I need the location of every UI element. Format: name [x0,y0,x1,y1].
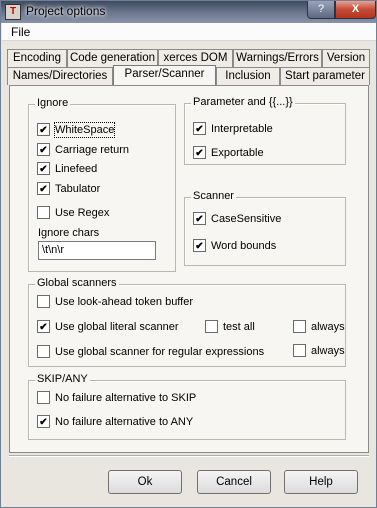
linefeed-check[interactable] [37,162,50,175]
case-sensitive-label: CaseSensitive [211,213,282,225]
any-failure-label: No failure alternative to ANY [55,416,194,428]
skip-any-legend: SKIP/ANY [35,373,90,385]
whitespace-check[interactable] [37,123,50,136]
tab-inclusion[interactable]: Inclusion [216,67,280,85]
global-regex-check[interactable] [37,345,50,358]
look-ahead-check[interactable] [37,295,50,308]
menu-file[interactable]: File [11,25,30,39]
ignore-chars-label: Ignore chars [38,227,100,239]
parser-scanner-page: Ignore WhiteSpace Carriage return Linefe… [9,85,369,453]
ignore-chars-input[interactable]: \t\n\r [38,241,156,260]
global-literal-label: Use global literal scanner [55,321,179,333]
bottom-separator [9,455,369,457]
tab-version[interactable]: Version [322,49,370,67]
global-regex-label: Use global scanner for regular expressio… [55,346,265,358]
close-button[interactable]: X [335,1,376,19]
always-regex-check[interactable] [293,344,306,357]
look-ahead-label: Use look-ahead token buffer [55,296,193,308]
skip-any-group: SKIP/ANY No failure alternative to SKIP … [28,373,346,440]
tab-start-parameter[interactable]: Start parameter [280,67,370,85]
carriage-return-label: Carriage return [55,144,129,156]
project-options-window: T Project options ? X File Encoding Code… [0,0,377,508]
ignore-group: Ignore WhiteSpace Carriage return Linefe… [28,97,176,272]
tab-warnings-errors[interactable]: Warnings/Errors [233,49,322,67]
use-regex-label: Use Regex [55,207,110,219]
word-bounds-label: Word bounds [211,240,277,252]
tab-names-directories[interactable]: Names/Directories [7,67,113,85]
whitespace-label: WhiteSpace [53,122,116,138]
ignore-legend: Ignore [35,97,71,109]
exportable-check[interactable] [193,146,206,159]
tabulator-label: Tabulator [55,183,101,195]
app-icon: T [5,4,21,20]
carriage-return-check[interactable] [37,143,50,156]
tabulator-check[interactable] [37,182,50,195]
scanner-group: Scanner CaseSensitive Word bounds [184,190,346,266]
interpretable-check[interactable] [193,122,206,135]
use-regex-check[interactable] [37,206,50,219]
linefeed-label: Linefeed [55,163,98,175]
parameter-legend: Parameter and {{...}} [191,96,295,108]
exportable-label: Exportable [211,147,264,159]
global-scanners-group: Global scanners Use look-ahead token buf… [28,277,346,367]
help-title-button[interactable]: ? [307,1,335,19]
skip-failure-label: No failure alternative to SKIP [55,392,197,404]
global-literal-check[interactable] [37,320,50,333]
help-button[interactable]: Help [284,470,358,494]
interpretable-label: Interpretable [211,123,273,135]
menu-bar: File [2,23,376,41]
always-regex-label: always [311,345,345,357]
test-all-check[interactable] [205,320,218,333]
word-bounds-check[interactable] [193,239,206,252]
title-bar: T Project options ? X [1,1,376,23]
global-scanners-legend: Global scanners [35,277,119,289]
case-sensitive-check[interactable] [193,212,206,225]
tab-parser-scanner[interactable]: Parser/Scanner [113,65,216,85]
tab-encoding[interactable]: Encoding [7,49,67,67]
always-literal-label: always [311,321,345,333]
ok-button[interactable]: Ok [108,470,182,494]
test-all-label: test all [223,321,255,333]
cancel-button[interactable]: Cancel [197,470,271,494]
any-failure-check[interactable] [37,415,50,428]
skip-failure-check[interactable] [37,391,50,404]
always-literal-check[interactable] [293,320,306,333]
scanner-legend: Scanner [191,190,236,202]
window-title: Project options [26,4,106,18]
parameter-group: Parameter and {{...}} Interpretable Expo… [184,96,346,165]
